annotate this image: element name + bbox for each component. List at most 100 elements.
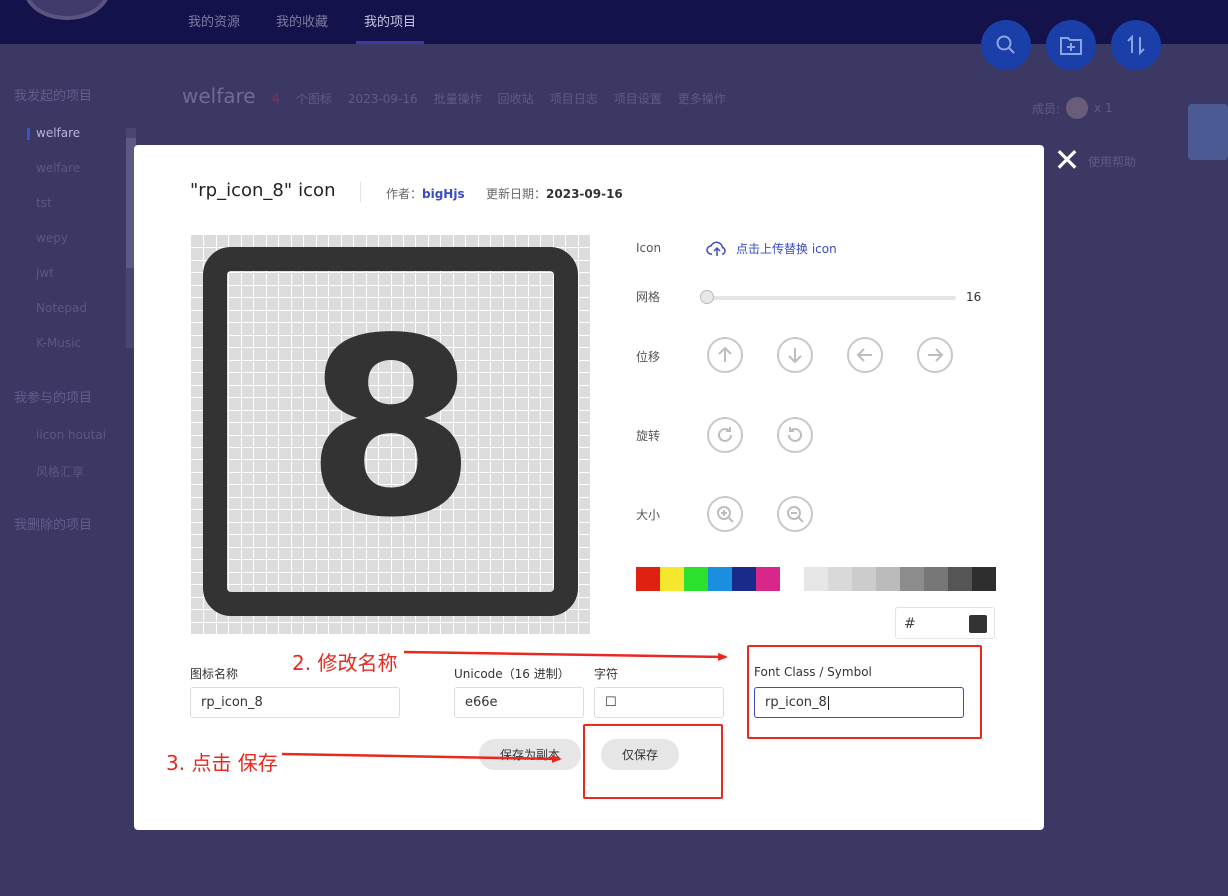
gray-swatch[interactable]: [852, 567, 876, 591]
top-nav: 我的资源 我的收藏 我的项目: [188, 11, 425, 44]
icon-suffix: icon: [298, 180, 336, 201]
recycle-bin-link[interactable]: 回收站: [498, 90, 534, 107]
move-right-button[interactable]: [917, 337, 953, 373]
rotate-counterclockwise-button[interactable]: [777, 417, 813, 453]
sidebar-group-joined[interactable]: 我参与的项目: [14, 387, 92, 406]
color-swatch[interactable]: [684, 567, 708, 591]
gray-swatch[interactable]: [972, 567, 996, 591]
gray-swatch[interactable]: [804, 567, 828, 591]
members[interactable]: 成员: x 1: [1032, 97, 1113, 119]
move-label: 位移: [636, 350, 661, 364]
sidebar-group-deleted[interactable]: 我删除的项目: [14, 514, 92, 533]
sidebar-item[interactable]: jwt: [36, 266, 54, 280]
hex-prefix: #: [904, 616, 916, 632]
sidebar-item[interactable]: iicon houtai: [36, 428, 106, 442]
gray-swatches: [804, 567, 996, 591]
nav-tab-favorites[interactable]: 我的收藏: [276, 11, 328, 30]
color-swatch[interactable]: [756, 567, 780, 591]
rotate-clockwise-button[interactable]: [707, 417, 743, 453]
icon-count-label: 个图标: [295, 92, 332, 106]
upload-replace-link[interactable]: 点击上传替换 icon: [706, 240, 837, 257]
add-folder-button[interactable]: [1046, 20, 1096, 70]
nav-tab-projects[interactable]: 我的项目: [356, 11, 425, 44]
grid-value: 16: [966, 290, 982, 304]
gray-swatch[interactable]: [900, 567, 924, 591]
search-button[interactable]: [981, 20, 1031, 70]
unicode-input[interactable]: e66e: [454, 687, 584, 718]
dialog-title: "rp_icon_8" icon: [190, 180, 335, 201]
icon-preview-canvas[interactable]: 8: [191, 235, 590, 634]
zoom-in-button[interactable]: [707, 496, 743, 532]
nav-tab-resources[interactable]: 我的资源: [188, 11, 240, 30]
help-link[interactable]: 使用帮助: [1088, 153, 1136, 170]
annotation-box-save: [583, 724, 723, 799]
sort-icon: [1127, 34, 1145, 56]
gray-swatch[interactable]: [876, 567, 900, 591]
color-swatches: [636, 567, 780, 591]
move-up-button[interactable]: [707, 337, 743, 373]
sidebar-item[interactable]: welfare: [36, 161, 80, 175]
color-swatch[interactable]: [732, 567, 756, 591]
icon-count: 4: [271, 92, 280, 107]
search-icon: [996, 35, 1015, 54]
active-indicator: [27, 128, 30, 140]
arrow-down-icon: [788, 348, 802, 364]
grid-label: 网格: [636, 290, 661, 304]
current-color-chip[interactable]: [969, 615, 987, 633]
decoration-image: [1188, 104, 1228, 160]
icon-name-input[interactable]: rp_icon_8: [190, 687, 400, 718]
cloud-upload-icon: [706, 241, 726, 256]
rotate-cw-icon: [718, 427, 732, 442]
save-as-copy-button[interactable]: 保存为副本: [479, 739, 581, 770]
upload-label: 点击上传替换 icon: [736, 242, 837, 256]
color-swatch[interactable]: [708, 567, 732, 591]
gray-swatch[interactable]: [948, 567, 972, 591]
arrow-right-icon: [928, 348, 944, 362]
char-label: 字符: [594, 667, 619, 681]
glyph-digit: 8: [306, 286, 476, 571]
sidebar-item[interactable]: wepy: [36, 231, 68, 245]
sidebar-item-welfare[interactable]: welfare: [36, 126, 80, 140]
grid-slider-track[interactable]: [702, 296, 956, 300]
sidebar-group-created[interactable]: 我发起的项目: [14, 85, 92, 104]
icon-name-label: 图标名称: [190, 667, 239, 681]
author-name[interactable]: bigHjs: [422, 187, 465, 201]
annotation-step2: 2. 修改名称: [292, 651, 398, 675]
more-actions-link[interactable]: 更多操作: [678, 90, 726, 107]
zoom-out-button[interactable]: [777, 496, 813, 532]
icon-label: Icon: [636, 241, 662, 255]
add-folder-icon: [1060, 37, 1082, 55]
move-left-button[interactable]: [847, 337, 883, 373]
sidebar-item[interactable]: Notepad: [36, 301, 87, 315]
gray-swatch[interactable]: [924, 567, 948, 591]
project-header: welfare 4 个图标 2023-09-16 批量操作 回收站 项目日志 项…: [182, 84, 726, 108]
project-name: welfare: [182, 84, 256, 108]
project-log-link[interactable]: 项目日志: [550, 90, 598, 107]
top-bar: 我的资源 我的收藏 我的项目: [0, 0, 1228, 44]
sidebar-item[interactable]: K-Music: [36, 336, 81, 350]
icon-name-title: "rp_icon_8": [190, 180, 293, 201]
update-date-info: 更新日期：2023-09-16: [486, 185, 623, 202]
grid-slider-handle[interactable]: [700, 290, 714, 304]
members-label: 成员:: [1032, 101, 1061, 116]
app-logo[interactable]: [24, 0, 110, 20]
project-settings-link[interactable]: 项目设置: [614, 90, 662, 107]
arrow-left-icon: [856, 348, 872, 362]
rotate-ccw-icon: [788, 427, 802, 442]
close-icon[interactable]: ✕: [1052, 144, 1082, 176]
sidebar-item[interactable]: 风格汇享: [36, 463, 84, 480]
avatar: [1066, 97, 1089, 119]
annotation-box-fontclass: [747, 645, 982, 739]
color-swatch[interactable]: [660, 567, 684, 591]
arrow-up-icon: [718, 346, 732, 362]
color-swatch[interactable]: [636, 567, 660, 591]
hex-color-input[interactable]: #: [895, 607, 995, 639]
char-input[interactable]: ☐: [594, 687, 724, 718]
author-info: 作者：bigHjs: [386, 185, 465, 202]
sort-button[interactable]: [1111, 20, 1161, 70]
move-down-button[interactable]: [777, 337, 813, 373]
batch-action-link[interactable]: 批量操作: [434, 90, 482, 107]
gray-swatch[interactable]: [828, 567, 852, 591]
rotate-label: 旋转: [636, 429, 661, 443]
sidebar-item[interactable]: tst: [36, 196, 52, 210]
